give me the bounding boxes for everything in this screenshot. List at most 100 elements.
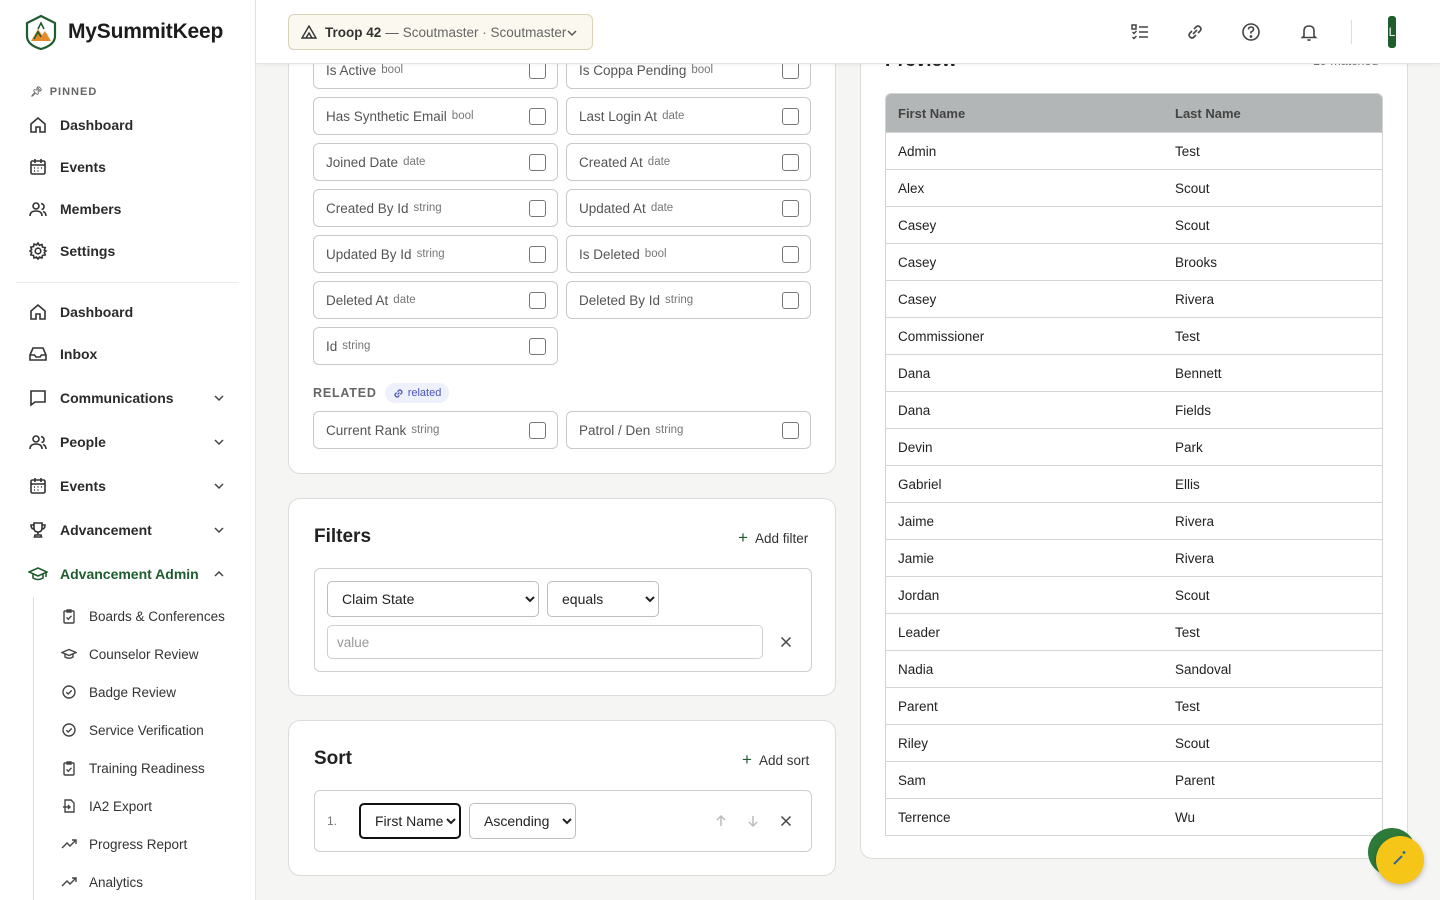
link-icon[interactable] [1183,20,1207,44]
field-toggle-box[interactable]: Updated By Id string [313,235,558,273]
field-checkbox[interactable] [529,246,546,263]
sidebar-pinned-members[interactable]: Members [0,188,255,230]
sidebar-item-inbox[interactable]: Inbox [0,333,255,375]
user-avatar[interactable]: L [1388,16,1396,48]
bell-icon[interactable] [1297,20,1321,44]
field-name: Updated By Id [326,246,412,262]
chevron-down-icon [213,523,225,539]
sub-item-counselor-review[interactable]: Counselor Review [0,635,255,673]
field-toggle-box[interactable]: Created At date [566,143,811,181]
field-checkbox[interactable] [782,422,799,439]
sub-item-boards-conferences[interactable]: Boards & Conferences [0,597,255,635]
field-type: bool [691,64,714,76]
help-icon[interactable] [1239,20,1263,44]
cell-first-name: Parent [898,698,938,714]
troop-role: Scoutmaster · Scoutmaster [402,24,567,40]
field-checkbox[interactable] [782,62,799,79]
checklist-icon[interactable] [1128,20,1152,44]
field-toggle-box[interactable]: Last Login At date [566,97,811,135]
sidebar-item-advancement-admin[interactable]: Advancement Admin [0,551,255,597]
sidebar-item-events[interactable]: Events [0,463,255,509]
related-field-toggle-box[interactable]: Current Rank string [313,411,558,449]
chevron-down-icon [213,435,225,451]
filter-value-input[interactable] [327,625,763,659]
sort-direction-select[interactable]: Ascending [469,803,576,839]
field-type: date [662,110,685,122]
field-checkbox[interactable] [529,338,546,355]
column-header-first-name[interactable]: First Name [886,106,1163,121]
field-toggle-box[interactable]: Has Synthetic Email bool [313,97,558,135]
field-toggle-box[interactable]: Deleted By Id string [566,281,811,319]
add-sort-button[interactable]: + Add sort [742,750,809,770]
field-name: Has Synthetic Email [326,108,447,124]
move-down-icon[interactable] [745,813,761,829]
table-row: Commissioner Test [886,317,1382,354]
sidebar-item-label: Advancement [60,522,152,538]
sidebar-pinned-settings[interactable]: Settings [0,230,255,272]
table-row: Gabriel Ellis [886,465,1382,502]
sub-item-label: Training Readiness [89,760,205,776]
field-name: Is Deleted [579,246,640,262]
cell-first-name: Gabriel [898,476,942,492]
field-toggle-box[interactable]: Id string [313,327,558,365]
field-checkbox[interactable] [782,108,799,125]
field-toggle-box[interactable]: Is Deleted bool [566,235,811,273]
sub-item-training-readiness[interactable]: Training Readiness [0,749,255,787]
remove-sort-icon[interactable] [777,812,795,830]
sub-item-ia2-export[interactable]: IA2 Export [0,787,255,825]
field-checkbox[interactable] [529,292,546,309]
chevron-down-icon [213,479,225,495]
chevron-down-icon [213,391,225,407]
field-checkbox[interactable] [529,200,546,217]
filter-field-select[interactable]: Claim State [327,581,539,617]
mountain-logo-icon [25,14,57,50]
sidebar-pinned-events[interactable]: Events [0,146,255,188]
sidebar-item-communications[interactable]: Communications [0,375,255,421]
field-checkbox[interactable] [782,154,799,171]
field-checkbox[interactable] [529,62,546,79]
sub-item-analytics[interactable]: Analytics [0,863,255,900]
field-toggle-box[interactable]: Updated At date [566,189,811,227]
sidebar-item-label: Inbox [60,346,98,362]
field-toggle-box[interactable]: Created By Id string [313,189,558,227]
brand[interactable]: MySummitKeep [0,0,255,64]
table-row: Admin Test [886,132,1382,169]
sort-field-select[interactable]: First Name [359,803,461,839]
related-field-toggle-box[interactable]: Patrol / Den string [566,411,811,449]
sidebar-item-advancement[interactable]: Advancement [0,509,255,551]
cell-first-name: Sam [898,772,926,788]
cell-last-name: Sandoval [1175,661,1232,677]
cell-last-name: Test [1175,698,1200,714]
table-row: Casey Rivera [886,280,1382,317]
field-type: string [342,340,371,352]
inbox-icon [28,344,48,364]
column-header-last-name[interactable]: Last Name [1163,106,1382,121]
troop-switcher[interactable]: Troop 42 — Scoutmaster · Scoutmaster [288,14,593,50]
sub-item-badge-review[interactable]: Badge Review [0,673,255,711]
sub-item-progress-report[interactable]: Progress Report [0,825,255,863]
field-checkbox[interactable] [782,200,799,217]
field-toggle-box[interactable]: Joined Date date [313,143,558,181]
table-row: Dana Fields [886,391,1382,428]
sidebar-item-dashboard[interactable]: Dashboard [0,291,255,333]
field-toggle-box[interactable]: Deleted At date [313,281,558,319]
field-checkbox[interactable] [529,154,546,171]
move-up-icon[interactable] [713,813,729,829]
field-checkbox[interactable] [782,246,799,263]
calendar-icon [28,157,48,177]
sidebar-pinned-dashboard[interactable]: Dashboard [0,104,255,146]
add-filter-label: Add filter [754,530,809,546]
field-type: bool [644,248,667,260]
submenu-guide-line [33,597,34,900]
sidebar-item-people[interactable]: People [0,421,255,463]
field-checkbox[interactable] [529,422,546,439]
remove-filter-icon[interactable] [777,633,795,651]
sub-item-service-verification[interactable]: Service Verification [0,711,255,749]
assistant-fab-button[interactable] [1376,836,1424,884]
field-name: Id [326,338,338,354]
filter-operator-select[interactable]: equals [547,581,659,617]
sidebar-item-label: Members [60,201,122,217]
field-checkbox[interactable] [782,292,799,309]
field-checkbox[interactable] [529,108,546,125]
add-filter-button[interactable]: + Add filter [738,528,808,548]
